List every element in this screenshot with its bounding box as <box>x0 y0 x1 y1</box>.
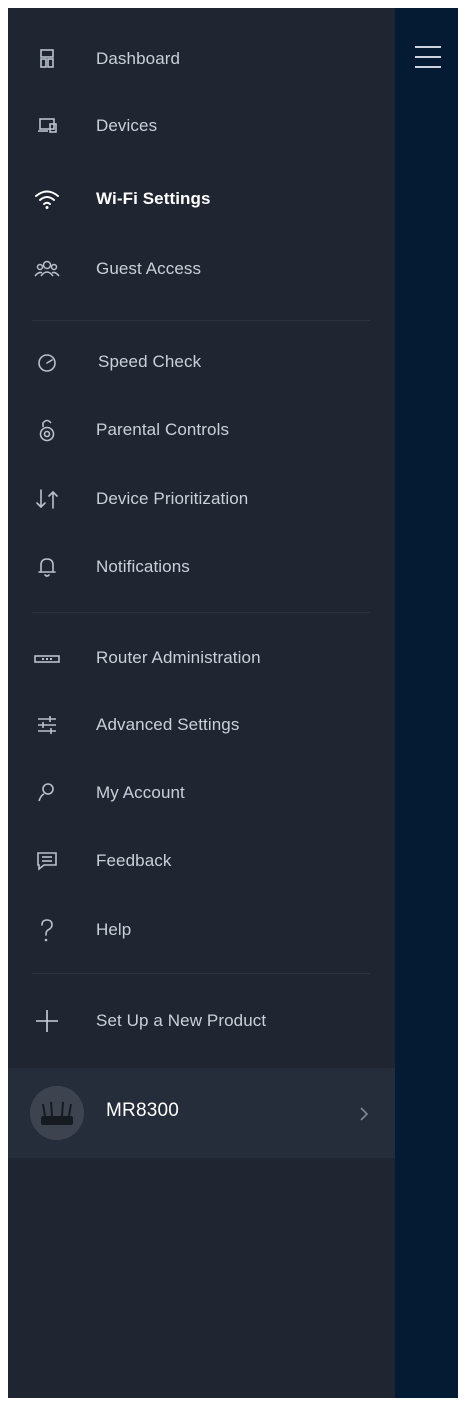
menu-item-my-account[interactable]: My Account <box>8 770 395 818</box>
menu-label: Guest Access <box>96 259 202 278</box>
divider <box>32 320 370 321</box>
wifi-icon <box>30 182 64 216</box>
product-name: MR8300 <box>106 1100 180 1121</box>
menu-item-feedback[interactable]: Feedback <box>8 838 395 886</box>
hamburger-menu-icon[interactable] <box>415 46 445 70</box>
menu-item-dashboard[interactable]: Dashboard <box>8 36 395 84</box>
set-up-new-product-button[interactable]: Set Up a New Product <box>8 998 395 1046</box>
divider <box>32 973 370 974</box>
menu-item-devices[interactable]: Devices <box>8 103 395 151</box>
priority-arrows-icon <box>30 482 64 516</box>
app-screen: Dashboard Devices Wi-Fi Settings Guest A… <box>8 8 458 1398</box>
menu-label: Device Prioritization <box>96 489 249 508</box>
product-row-mr8300[interactable]: MR8300 <box>8 1068 395 1158</box>
menu-item-notifications[interactable]: Notifications <box>8 544 395 592</box>
menu-item-guest-access[interactable]: Guest Access <box>8 246 395 294</box>
lock-icon <box>30 413 64 447</box>
sliders-icon <box>30 708 64 742</box>
menu-item-speed-check[interactable]: Speed Check <box>8 339 395 387</box>
menu-label: My Account <box>96 783 185 802</box>
speedometer-icon <box>30 345 64 379</box>
menu-item-advanced-settings[interactable]: Advanced Settings <box>8 702 395 750</box>
menu-item-help[interactable]: Help <box>8 907 395 955</box>
menu-label: Parental Controls <box>96 420 230 439</box>
dashboard-icon <box>30 42 64 76</box>
menu-label: Advanced Settings <box>96 715 240 734</box>
menu-item-wifi-settings[interactable]: Wi-Fi Settings <box>8 176 395 224</box>
menu-label: Wi-Fi Settings <box>96 189 211 208</box>
plus-icon <box>30 1004 64 1038</box>
menu-item-device-prioritization[interactable]: Device Prioritization <box>8 476 395 524</box>
menu-label: Dashboard <box>96 49 181 68</box>
menu-label: Router Administration <box>96 648 261 667</box>
menu-label: Notifications <box>96 557 190 576</box>
help-icon <box>30 913 64 947</box>
menu-label: Speed Check <box>98 352 202 371</box>
router-icon <box>30 641 64 675</box>
content-area <box>395 8 458 1398</box>
menu-item-router-administration[interactable]: Router Administration <box>8 635 395 683</box>
router-image <box>30 1086 84 1140</box>
divider <box>32 612 370 613</box>
bell-icon <box>30 550 64 584</box>
guest-access-icon <box>30 252 64 286</box>
user-icon <box>30 776 64 810</box>
feedback-icon <box>30 844 64 878</box>
chevron-right-icon <box>358 1106 370 1122</box>
menu-label: Set Up a New Product <box>96 1011 267 1030</box>
navigation-drawer: Dashboard Devices Wi-Fi Settings Guest A… <box>8 8 395 1398</box>
menu-item-parental-controls[interactable]: Parental Controls <box>8 407 395 455</box>
menu-label: Help <box>96 920 132 939</box>
devices-icon <box>30 109 64 143</box>
menu-label: Feedback <box>96 851 172 870</box>
menu-label: Devices <box>96 116 158 135</box>
